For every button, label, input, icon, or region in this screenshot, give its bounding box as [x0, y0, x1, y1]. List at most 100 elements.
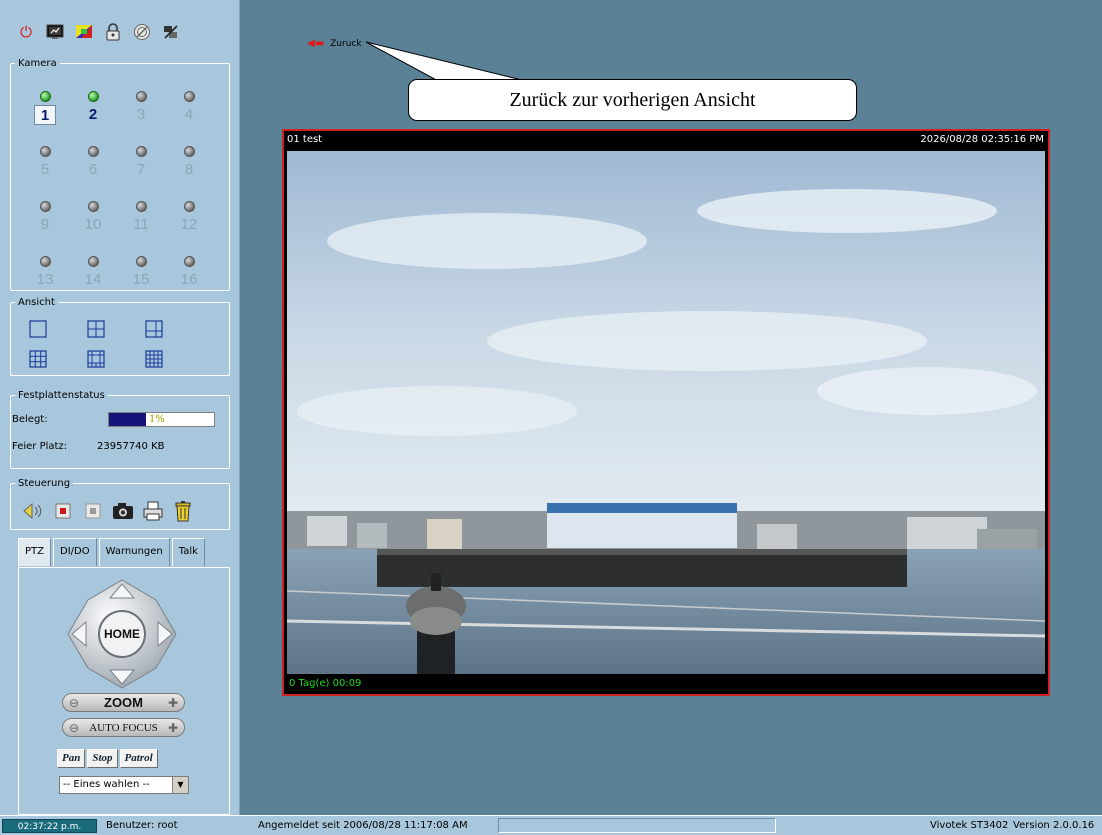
camera-9[interactable]: 9	[21, 197, 69, 243]
viewer-header: 01 test 2026/08/28 02:35:16 PM	[284, 131, 1048, 149]
monitor-icon[interactable]	[45, 22, 65, 42]
view-3x3-icon[interactable]	[29, 350, 47, 368]
dropdown-arrow-icon[interactable]: ▼	[172, 777, 188, 793]
zoom-in-icon[interactable]: ✚	[168, 696, 178, 710]
disk-usage-percent: 1%	[149, 414, 165, 425]
record-icon[interactable]	[52, 500, 74, 522]
direction-pad: HOME	[67, 579, 177, 689]
sidebar: ⏻ Kamera 1 2 3 4 5 6 7 8 9 10 11 12 13 14 15 16 Ansicht	[0, 0, 240, 815]
camera-4[interactable]: 4	[165, 87, 213, 133]
toolbar: ⏻	[16, 22, 181, 42]
ptz-panel: HOME ⊖ ZOOM ✚ ⊖ AUTO FOCUS ✚ Pan Stop Pa…	[18, 567, 230, 815]
view-1plus3-icon[interactable]	[145, 320, 163, 338]
camera-status-led-icon	[135, 201, 147, 212]
camera-13[interactable]: 13	[21, 252, 69, 298]
camera-number[interactable]: 1	[34, 105, 56, 125]
stop-button[interactable]: Stop	[87, 749, 118, 768]
camera-7[interactable]: 7	[117, 142, 165, 188]
camera-status-led-icon	[183, 146, 195, 157]
camera-number[interactable]: 12	[178, 215, 200, 235]
network-tools-icon[interactable]	[161, 22, 181, 42]
view-panel-legend: Ansicht	[18, 297, 55, 308]
disabled-icon[interactable]	[132, 22, 152, 42]
view-1x1-icon[interactable]	[29, 320, 47, 338]
color-palette-icon[interactable]	[74, 22, 94, 42]
view-2x2-icon[interactable]	[87, 320, 105, 338]
camera-status-led-icon	[183, 91, 195, 102]
snapshot-icon[interactable]	[112, 500, 134, 522]
power-icon[interactable]: ⏻	[16, 22, 36, 42]
camera-5[interactable]: 5	[21, 142, 69, 188]
camera-number[interactable]: 14	[82, 270, 104, 290]
status-clock: 02:37:22 p.m.	[2, 819, 97, 833]
camera-number[interactable]: 9	[34, 215, 56, 235]
tab-talk[interactable]: Talk	[171, 538, 205, 566]
viewer-footer: 0 Tag(e) 00:09	[289, 678, 362, 689]
camera-14[interactable]: 14	[69, 252, 117, 298]
patrol-button[interactable]: Patrol	[119, 749, 158, 768]
view-4x4-icon[interactable]	[145, 350, 163, 368]
focus-far-icon[interactable]: ✚	[168, 721, 178, 735]
camera-number[interactable]: 5	[34, 160, 56, 180]
focus-control[interactable]: ⊖ AUTO FOCUS ✚	[62, 718, 185, 737]
camera-number[interactable]: 11	[130, 215, 152, 235]
focus-near-icon[interactable]: ⊖	[69, 721, 79, 735]
stop-record-icon[interactable]	[82, 500, 104, 522]
camera-number[interactable]: 10	[82, 215, 104, 235]
camera-panel: Kamera 1 2 3 4 5 6 7 8 9 10 11 12 13 14 15 16	[10, 58, 230, 291]
delete-icon[interactable]	[172, 500, 194, 522]
viewer-camera-label: 01 test	[287, 134, 323, 145]
lock-icon[interactable]	[103, 22, 123, 42]
view-panel: Ansicht	[10, 297, 230, 376]
camera-status-led-icon	[87, 201, 99, 212]
camera-number[interactable]: 2	[82, 105, 104, 125]
camera-11[interactable]: 11	[117, 197, 165, 243]
callout-pointer	[365, 41, 531, 83]
camera-status-led-icon	[87, 256, 99, 267]
audio-icon[interactable]	[22, 500, 44, 522]
back-link[interactable]: ◀▬ Zuruck	[307, 38, 362, 49]
camera-number[interactable]: 15	[130, 270, 152, 290]
focus-label: AUTO FOCUS	[89, 721, 158, 734]
view-layout-grid	[29, 320, 203, 368]
disk-free-label: Feier Platz:	[12, 441, 68, 452]
camera-10[interactable]: 10	[69, 197, 117, 243]
tab-warnungen[interactable]: Warnungen	[98, 538, 170, 566]
tab-ptz[interactable]: PTZ	[18, 538, 51, 566]
camera-12[interactable]: 12	[165, 197, 213, 243]
print-icon[interactable]	[142, 500, 164, 522]
status-product: Vivotek ST3402	[930, 820, 1009, 831]
ptz-tabs: PTZ DI/DO Warnungen Talk	[18, 538, 207, 567]
pan-button[interactable]: Pan	[57, 749, 86, 768]
camera-status-led-icon	[39, 146, 51, 157]
camera-number[interactable]: 4	[178, 105, 200, 125]
camera-number[interactable]: 6	[82, 160, 104, 180]
preset-select[interactable]: -- Eines wahlen -- ▼	[59, 776, 189, 794]
zoom-out-icon[interactable]: ⊖	[69, 696, 79, 710]
camera-number[interactable]: 7	[130, 160, 152, 180]
zoom-control[interactable]: ⊖ ZOOM ✚	[62, 693, 185, 712]
camera-status-led-icon	[135, 146, 147, 157]
view-1plus12-icon[interactable]	[87, 350, 105, 368]
camera-15[interactable]: 15	[117, 252, 165, 298]
camera-16[interactable]: 16	[165, 252, 213, 298]
camera-viewer[interactable]: 01 test 2026/08/28 02:35:16 PM 0 Tag(e) …	[282, 129, 1050, 696]
camera-number[interactable]: 16	[178, 270, 200, 290]
tab-dido[interactable]: DI/DO	[53, 538, 97, 566]
camera-number[interactable]: 3	[130, 105, 152, 125]
back-arrow-icon[interactable]: ◀▬	[307, 38, 324, 49]
camera-status-led-icon	[87, 146, 99, 157]
camera-number[interactable]: 13	[34, 270, 56, 290]
camera-6[interactable]: 6	[69, 142, 117, 188]
disk-usage-bar: 1%	[108, 412, 215, 427]
camera-status-led-icon	[39, 256, 51, 267]
patrol-buttons: Pan Stop Patrol	[57, 749, 158, 768]
camera-1[interactable]: 1	[21, 87, 69, 133]
camera-2[interactable]: 2	[69, 87, 117, 133]
status-login-time: Angemeldet seit 2006/08/28 11:17:08 AM	[258, 820, 468, 831]
camera-number[interactable]: 8	[178, 160, 200, 180]
camera-8[interactable]: 8	[165, 142, 213, 188]
camera-3[interactable]: 3	[117, 87, 165, 133]
control-panel-legend: Steuerung	[18, 478, 71, 489]
back-link-label[interactable]: Zuruck	[330, 39, 361, 49]
